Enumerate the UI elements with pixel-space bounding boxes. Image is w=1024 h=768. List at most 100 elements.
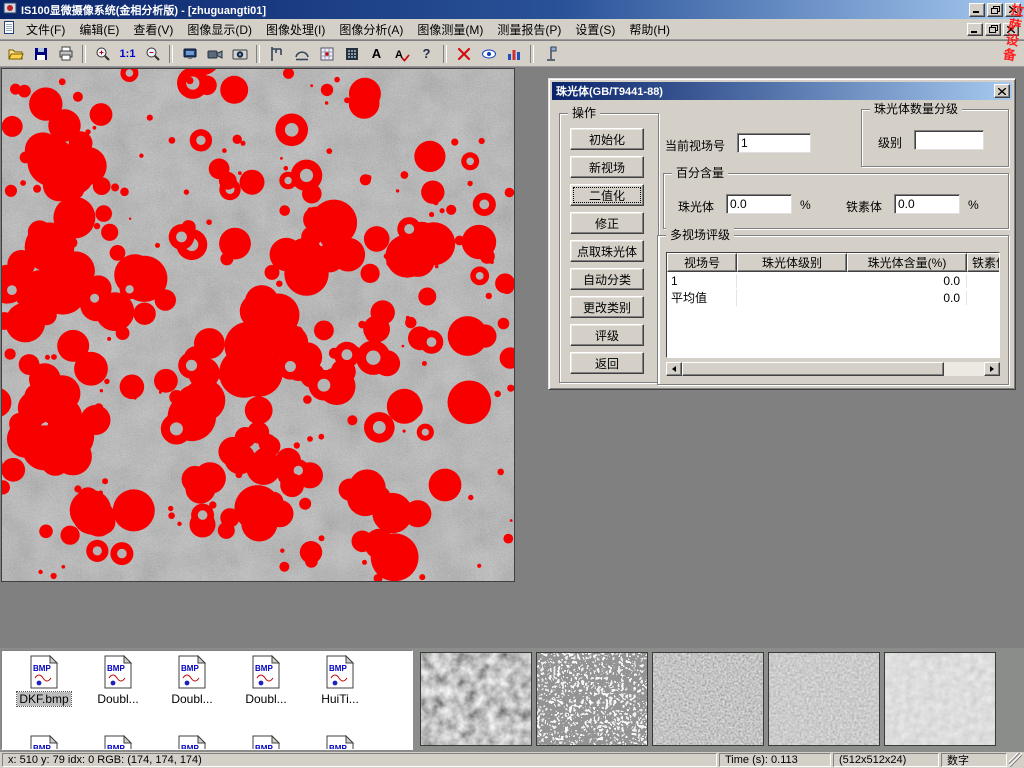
text-label-button[interactable]: A [364,43,389,65]
file-list[interactable]: BMP DKF.bmp BMP Doubl... BMP Doubl... BM… [1,650,413,750]
menu-view[interactable]: 查看(V) [126,18,180,41]
file-name[interactable]: Doubl... [169,692,214,706]
left-arrow-icon [672,366,676,372]
actual-size-button[interactable]: 1:1 [115,43,140,65]
grade-button[interactable]: 评级 [570,324,644,346]
micrometer-button[interactable] [289,43,314,65]
file-item[interactable]: BMP DKF.bmp [8,655,80,706]
binarize-button[interactable]: 二值化 [570,184,644,206]
th-ferrite[interactable]: 铁素体含量(%) [967,253,999,272]
file-item[interactable]: BMP [82,735,154,750]
dot-grid-button[interactable] [339,43,364,65]
toolbar-separator [530,45,534,63]
new-field-button[interactable]: 新视场 [570,156,644,178]
zoom-in-button[interactable] [90,43,115,65]
menu-bar: 文件(F) 编辑(E) 查看(V) 图像显示(D) 图像处理(I) 图像分析(A… [0,19,1024,40]
file-item[interactable]: BMP Doubl... [156,655,228,706]
change-class-button[interactable]: 更改类别 [570,296,644,318]
svg-text:BMP: BMP [181,664,199,673]
scroll-left-button[interactable] [666,362,682,376]
thumbnail[interactable] [768,652,880,746]
window-title: IS100显微摄像系统(金相分析版) - [zhuguangti01] [21,2,266,18]
scroll-track[interactable] [944,362,984,376]
file-item[interactable]: BMP [8,735,80,750]
capture-button[interactable] [227,43,252,65]
menu-report[interactable]: 测量报告(P) [490,18,568,41]
thumbnail[interactable] [536,652,648,746]
thumbnail[interactable] [884,652,996,746]
auto-classify-button[interactable]: 自动分类 [570,268,644,290]
status-bar: x: 510 y: 79 idx: 0 RGB: (174, 174, 174)… [0,752,1024,768]
statistics-button[interactable] [501,43,526,65]
dialog-close-button[interactable] [994,84,1010,98]
video-button[interactable] [202,43,227,65]
delete-button[interactable] [451,43,476,65]
open-button[interactable] [3,43,28,65]
th-pearlite[interactable]: 珠光体含量(%) [847,253,967,272]
letter-a-icon: A [372,46,381,61]
stand-button[interactable] [538,43,563,65]
ferrite-percent-input[interactable] [894,194,960,214]
preview-button[interactable] [476,43,501,65]
correct-button[interactable]: 修正 [570,212,644,234]
dialog-title: 珠光体(GB/T9441-88) [556,83,663,99]
file-name[interactable]: Doubl... [95,692,140,706]
file-item[interactable]: BMP Doubl... [230,655,302,706]
bmp-file-icon: BMP [103,655,133,689]
thumbnail[interactable] [420,652,532,746]
document-icon[interactable] [2,20,16,38]
child-restore-button[interactable] [985,23,1001,36]
print-button[interactable] [53,43,78,65]
h-scrollbar[interactable] [666,362,1000,376]
scroll-thumb[interactable] [682,362,944,376]
minimize-button[interactable] [969,3,985,17]
caliper-button[interactable] [264,43,289,65]
pearlite-label: 珠光体 [678,198,714,215]
display-button[interactable] [177,43,202,65]
menu-edit[interactable]: 编辑(E) [72,18,126,41]
current-field-input[interactable] [737,133,811,153]
file-name[interactable]: Doubl... [243,692,288,706]
thumbnail[interactable] [652,652,764,746]
menu-image-display[interactable]: 图像显示(D) [180,18,259,41]
child-minimize-button[interactable] [967,23,983,36]
pearlite-percent-input[interactable] [726,194,792,214]
dialog-title-bar[interactable]: 珠光体(GB/T9441-88) [552,82,1012,100]
specimen-image[interactable] [1,68,515,582]
th-grade[interactable]: 珠光体级别 [737,253,847,272]
file-item[interactable]: BMP HuiTi... [304,655,376,706]
resize-grip[interactable] [1009,753,1022,767]
menu-image-analysis[interactable]: 图像分析(A) [332,18,410,41]
floppy-icon [33,46,49,62]
video-camera-icon [207,46,223,62]
menu-file[interactable]: 文件(F) [19,18,72,41]
file-name[interactable]: HuiTi... [319,692,361,706]
init-button[interactable]: 初始化 [570,128,644,150]
restore-button[interactable] [987,3,1003,17]
grid-measure-button[interactable] [314,43,339,65]
file-item[interactable]: BMP [230,735,302,750]
th-field[interactable]: 视场号 [667,253,737,272]
toolbar-separator [169,45,173,63]
save-button[interactable] [28,43,53,65]
table-row[interactable]: 平均值 0.0 [667,289,999,306]
menu-help[interactable]: 帮助(H) [622,18,677,41]
return-button[interactable]: 返回 [570,352,644,374]
menu-settings[interactable]: 设置(S) [568,18,622,41]
right-arrow-icon [990,366,994,372]
help-button[interactable]: ? [414,43,439,65]
file-item[interactable]: BMP [304,735,376,750]
file-item[interactable]: BMP Doubl... [82,655,154,706]
text-edit-button[interactable]: A [389,43,414,65]
toolbar-separator [82,45,86,63]
menu-image-process[interactable]: 图像处理(I) [259,18,332,41]
pick-pearlite-button[interactable]: 点取珠光体 [570,240,644,262]
zoom-out-button[interactable] [140,43,165,65]
file-item[interactable]: BMP [156,735,228,750]
level-input[interactable] [914,130,984,150]
menu-image-measure[interactable]: 图像测量(M) [410,18,490,41]
file-name[interactable]: DKF.bmp [17,692,70,706]
scroll-right-button[interactable] [984,362,1000,376]
table-row[interactable]: 1 0.0 [667,272,999,289]
red-x-icon [456,46,472,62]
